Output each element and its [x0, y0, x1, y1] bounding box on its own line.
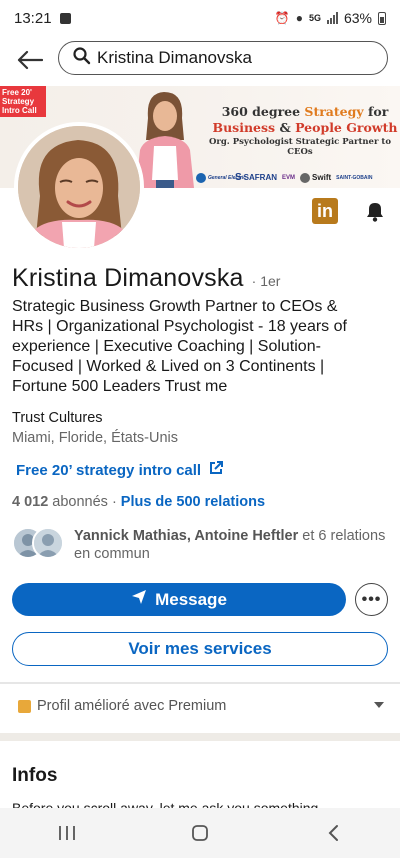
chevron-down-icon[interactable]: [374, 702, 384, 708]
profile-avatar[interactable]: [14, 122, 144, 252]
banner-logos: General Electric S SAFRAN EVM Swift SAINT…: [196, 172, 400, 183]
status-left: 13:21: [14, 10, 71, 27]
banner-headline-part: &: [275, 120, 296, 135]
banner-tag: Free 20' Strategy Intro Call: [0, 86, 46, 117]
premium-row[interactable]: Profil amélioré avec Premium: [0, 687, 400, 725]
status-time: 13:21: [14, 9, 52, 27]
alarm-icon: ⏰: [274, 11, 290, 25]
safran-logo-icon: S: [235, 172, 242, 183]
profile-name: Kristina Dimanovska: [12, 264, 244, 292]
signal-icon: [326, 12, 338, 24]
banner-headline-part: for: [363, 104, 389, 119]
services-button[interactable]: Voir mes services: [12, 632, 388, 666]
premium-icon: [18, 699, 31, 713]
network-label: 5G: [308, 13, 321, 23]
logo-ge: General Electric: [196, 172, 246, 183]
banner-headline-part: 360 degree: [221, 104, 305, 119]
logo-swift: Swift: [300, 172, 331, 183]
battery-percent: 63%: [343, 10, 372, 26]
profile-stats: 4 012 abonnés · Plus de 500 relations: [12, 494, 265, 510]
section-separator: [0, 733, 400, 741]
ge-logo-icon: [196, 172, 206, 183]
back-arrow-icon[interactable]: [14, 44, 46, 76]
divider: [0, 682, 400, 684]
followers-count: 4 012: [12, 494, 49, 510]
system-navbar: [0, 808, 400, 858]
followers-label: abonnés: [52, 494, 108, 510]
external-link[interactable]: Free 20’ strategy intro call: [16, 461, 224, 479]
battery-icon: [378, 11, 386, 25]
mutual-avatar: [32, 527, 64, 559]
banner-subline: Org. Psychologist Strategic Partner to C…: [208, 137, 391, 157]
bell-icon[interactable]: [362, 198, 388, 224]
banner-headline: 360 degree Strategy for Business & Peopl…: [210, 104, 400, 136]
search-query: Kristina Dimanovska: [97, 48, 252, 67]
mutual-text: Yannick Mathias, Antoine Heftler et 6 re…: [74, 527, 394, 563]
message-button[interactable]: Message: [12, 583, 346, 616]
home-icon[interactable]: [175, 813, 225, 853]
send-icon: [131, 589, 147, 610]
logo-saint-gobain: SAINT-GOBAIN: [336, 174, 373, 181]
logo-safran: S SAFRAN: [235, 172, 278, 183]
status-bar: 13:21 ⏰ ● 5G 63%: [0, 0, 400, 36]
mutual-names: Yannick Mathias, Antoine Heftler: [74, 528, 299, 544]
logo-evm: EVM: [282, 174, 296, 181]
location-icon: ●: [295, 11, 303, 25]
search-icon: [73, 46, 91, 70]
connections-link[interactable]: Plus de 500 relations: [121, 494, 265, 510]
external-link-label: Free 20’ strategy intro call: [16, 461, 202, 479]
message-button-label: Message: [155, 589, 227, 609]
status-right: ⏰ ● 5G 63%: [275, 10, 386, 26]
search-input[interactable]: Kristina Dimanovska: [58, 41, 388, 75]
profile-company: Trust Cultures: [12, 410, 103, 426]
linkedin-icon[interactable]: in: [312, 198, 338, 224]
profile-headline: Strategic Business Growth Partner to CEO…: [12, 298, 347, 395]
infos-section-title: Infos: [12, 765, 58, 786]
external-link-icon: [209, 461, 224, 479]
recents-icon[interactable]: [42, 813, 92, 853]
profile-location: Miami, Floride, États-Unis: [12, 430, 178, 446]
swift-logo-icon: [300, 172, 311, 183]
banner-headline-growth: People Growth: [295, 120, 398, 135]
banner-headline-business: Business: [212, 120, 276, 135]
mutual-avatars: [12, 527, 68, 561]
profile-name-row: Kristina Dimanovska · 1er: [12, 264, 280, 293]
connection-degree: · 1er: [251, 273, 281, 289]
back-icon[interactable]: [308, 813, 358, 853]
search-header: Kristina Dimanovska: [0, 40, 400, 80]
stats-separator: ·: [111, 494, 117, 510]
banner-headline-strategy: Strategy: [304, 104, 364, 119]
more-options-button[interactable]: •••: [355, 583, 388, 616]
more-icon: •••: [361, 590, 382, 608]
premium-label: Profil amélioré avec Premium: [37, 698, 227, 714]
notification-icon: [59, 12, 71, 24]
